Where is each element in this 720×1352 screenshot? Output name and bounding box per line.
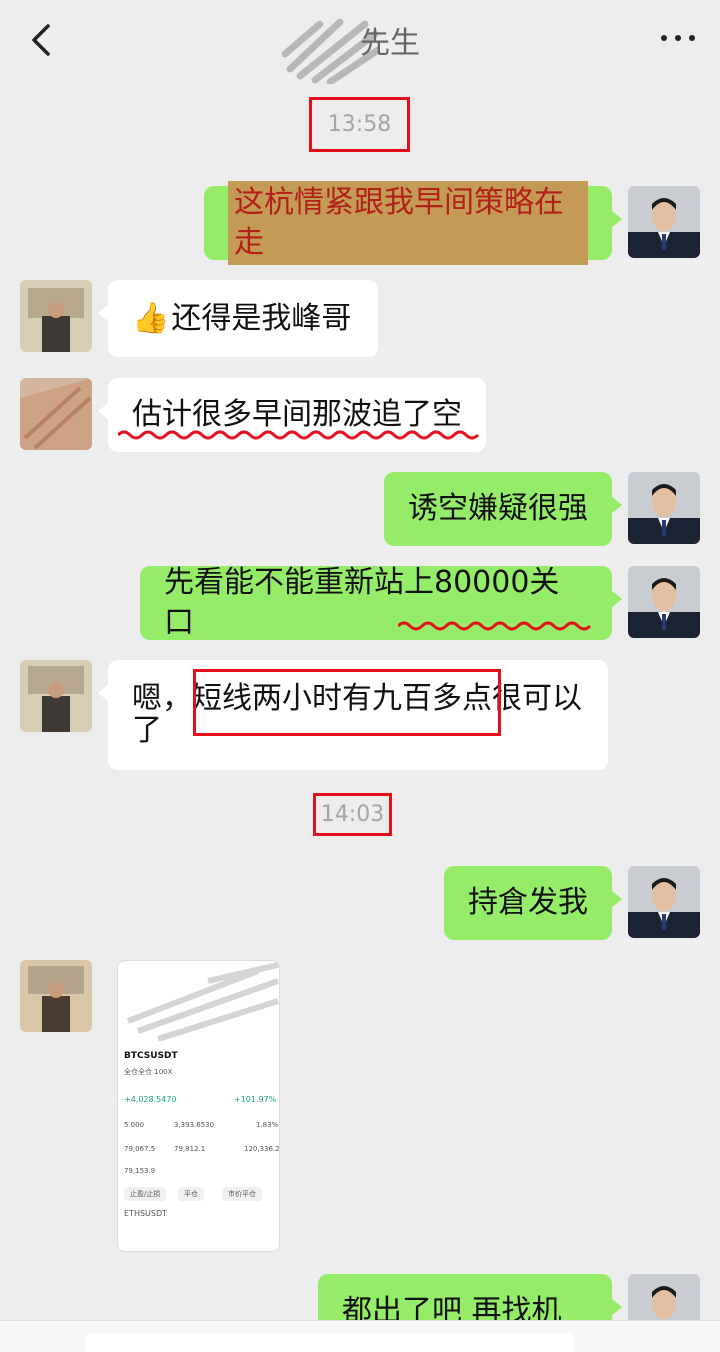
thumb-value: 5.000 (124, 1121, 145, 1129)
more-icon[interactable] (656, 28, 700, 48)
thumb-tags: 全仓全仓 100X (124, 1068, 173, 1076)
contact-avatar[interactable] (20, 960, 92, 1032)
thumb-value: 79,812.1 (174, 1145, 206, 1153)
contact-avatar[interactable] (20, 280, 92, 352)
back-icon[interactable] (22, 20, 62, 60)
message-bubble[interactable]: 这杭情紧跟我早间策略在走 (204, 181, 622, 265)
my-avatar[interactable] (628, 866, 700, 938)
contact-avatar[interactable] (20, 660, 92, 732)
message-text: 持倉发我 (468, 885, 588, 920)
thumb-roe: +101.97% (234, 1095, 277, 1104)
thumb-button: 止盈/止损 (124, 1187, 167, 1201)
wavy-underline (398, 621, 592, 631)
timestamp: 13:58 (309, 97, 410, 152)
message-bubble[interactable]: 👍 还得是我峰哥 (98, 280, 378, 357)
message-bubble[interactable]: 持倉发我 (444, 866, 622, 940)
thumb-symbol: BTCSUSDT (124, 1051, 178, 1061)
thumb-value: 3,393.6530 (174, 1121, 215, 1129)
thumb-value: 79,153.9 (124, 1167, 156, 1175)
input-bar (0, 1320, 720, 1352)
timestamp: 14:03 (313, 793, 392, 836)
thumb-button: 平仓 (178, 1187, 204, 1201)
message-text: 诱空嫌疑很强 (408, 491, 588, 526)
my-avatar[interactable] (628, 186, 700, 258)
wavy-underline (118, 430, 480, 440)
thumb-button: 市价平仓 (222, 1187, 262, 1201)
my-avatar[interactable] (628, 566, 700, 638)
contact-avatar[interactable] (20, 378, 92, 450)
chat-title-text: 先生 (360, 26, 420, 61)
thumb-value: 79,067.5 (124, 1145, 156, 1153)
message-text: 这杭情紧跟我早间策略在走 (228, 181, 588, 265)
message-input[interactable] (86, 1333, 574, 1352)
redaction-scribble (126, 962, 279, 1041)
top-bar: 先生 (0, 0, 720, 86)
my-avatar[interactable] (628, 472, 700, 544)
message-bubble[interactable]: 诱空嫌疑很强 (384, 472, 622, 546)
thumb-value: 1.83% (256, 1121, 279, 1129)
thumb-pnl: +4,028.5470 (124, 1095, 177, 1104)
thumbs-up-icon: 👍 (132, 300, 170, 336)
thumb-value: 120,336.2 (244, 1145, 280, 1153)
thumb-symbol-2: ETHSUSDT (124, 1209, 168, 1218)
message-text-line2: 了 (132, 713, 162, 748)
annotation-box (193, 669, 501, 736)
message-text: 还得是我峰哥 (171, 300, 352, 336)
trading-screenshot-image[interactable]: BTCSUSDT 全仓全仓 100X +4,028.5470 +101.97% … (117, 960, 280, 1252)
